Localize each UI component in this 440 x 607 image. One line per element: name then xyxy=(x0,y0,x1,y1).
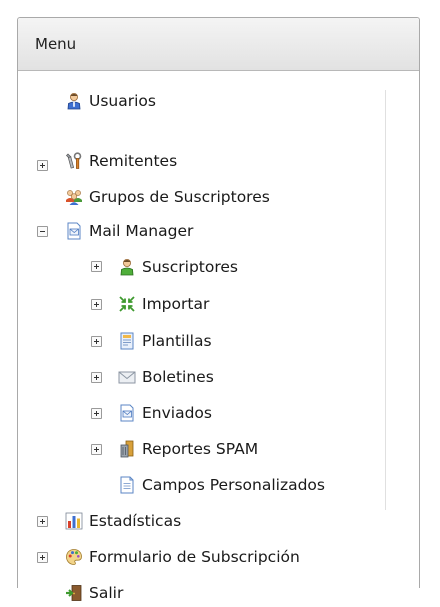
expand-toggle-suscriptores[interactable] xyxy=(91,261,102,272)
menu-item-estadisticas[interactable]: Estadísticas xyxy=(65,507,181,535)
menu-item-label: Grupos de Suscriptores xyxy=(89,188,270,206)
collapse-toggle-mail-manager[interactable] xyxy=(37,226,48,237)
menu-item-importar[interactable]: Importar xyxy=(118,290,209,318)
expand-toggle-enviados[interactable] xyxy=(91,408,102,419)
import-arrows-icon xyxy=(118,295,136,313)
menu-item-mail-manager[interactable]: Mail Manager xyxy=(65,217,193,245)
menu-item-label: Reportes SPAM xyxy=(142,440,259,458)
menu-item-remitentes[interactable]: Remitentes xyxy=(65,147,177,175)
expand-toggle-remitentes[interactable] xyxy=(37,160,48,171)
menu-item-label: Formulario de Subscripción xyxy=(89,548,300,566)
menu-item-boletines[interactable]: Boletines xyxy=(118,363,214,391)
menu-item-formulario-de-subscripcion[interactable]: Formulario de Subscripción xyxy=(65,543,300,571)
bar-chart-icon xyxy=(65,512,83,530)
group-users-icon xyxy=(65,188,83,206)
menu-item-reportes-spam[interactable]: Reportes SPAM xyxy=(118,435,258,463)
user-blue-icon xyxy=(65,92,83,110)
menu-header: Menu xyxy=(18,18,419,71)
menu-item-label: Suscriptores xyxy=(142,258,238,276)
menu-item-label: Estadísticas xyxy=(89,512,182,530)
template-icon xyxy=(118,332,136,350)
expand-toggle-boletines[interactable] xyxy=(91,372,102,383)
envelope-icon xyxy=(118,368,136,386)
menu-item-salir[interactable]: Salir xyxy=(65,579,123,607)
menu-item-grupos-de-suscriptores[interactable]: Grupos de Suscriptores xyxy=(65,183,270,211)
expand-toggle-importar[interactable] xyxy=(91,299,102,310)
menu-item-label: Remitentes xyxy=(89,152,178,170)
menu-item-usuarios[interactable]: Usuarios xyxy=(65,87,156,115)
tree-divider xyxy=(385,90,386,510)
expand-toggle-plantillas[interactable] xyxy=(91,336,102,347)
mail-document-icon xyxy=(118,404,136,422)
menu-item-suscriptores[interactable]: Suscriptores xyxy=(118,253,238,281)
expand-toggle-estadisticas[interactable] xyxy=(37,516,48,527)
menu-item-campos-personalizados[interactable]: Campos Personalizados xyxy=(118,471,325,499)
document-icon xyxy=(118,476,136,494)
menu-item-label: Salir xyxy=(89,584,124,602)
expand-toggle-reportes-spam[interactable] xyxy=(91,444,102,455)
menu-item-label: Mail Manager xyxy=(89,222,194,240)
menu-panel: Menu Usuarios Remitentes Grupos de Suscr… xyxy=(17,17,420,602)
menu-item-label: Enviados xyxy=(142,404,212,422)
menu-item-plantillas[interactable]: Plantillas xyxy=(118,327,212,355)
menu-item-enviados[interactable]: Enviados xyxy=(118,399,212,427)
trash-bin-icon xyxy=(118,440,136,458)
menu-item-label: Campos Personalizados xyxy=(142,476,325,494)
menu-item-label: Importar xyxy=(142,295,210,313)
mail-document-icon xyxy=(65,222,83,240)
menu-item-label: Boletines xyxy=(142,368,214,386)
menu-item-label: Usuarios xyxy=(89,92,156,110)
palette-icon xyxy=(65,548,83,566)
exit-door-icon xyxy=(65,584,83,602)
menu-title: Menu xyxy=(35,35,77,53)
user-green-icon xyxy=(118,258,136,276)
expand-toggle-formulario-de-subscripcion[interactable] xyxy=(37,552,48,563)
menu-item-label: Plantillas xyxy=(142,332,212,350)
tools-icon xyxy=(65,152,83,170)
